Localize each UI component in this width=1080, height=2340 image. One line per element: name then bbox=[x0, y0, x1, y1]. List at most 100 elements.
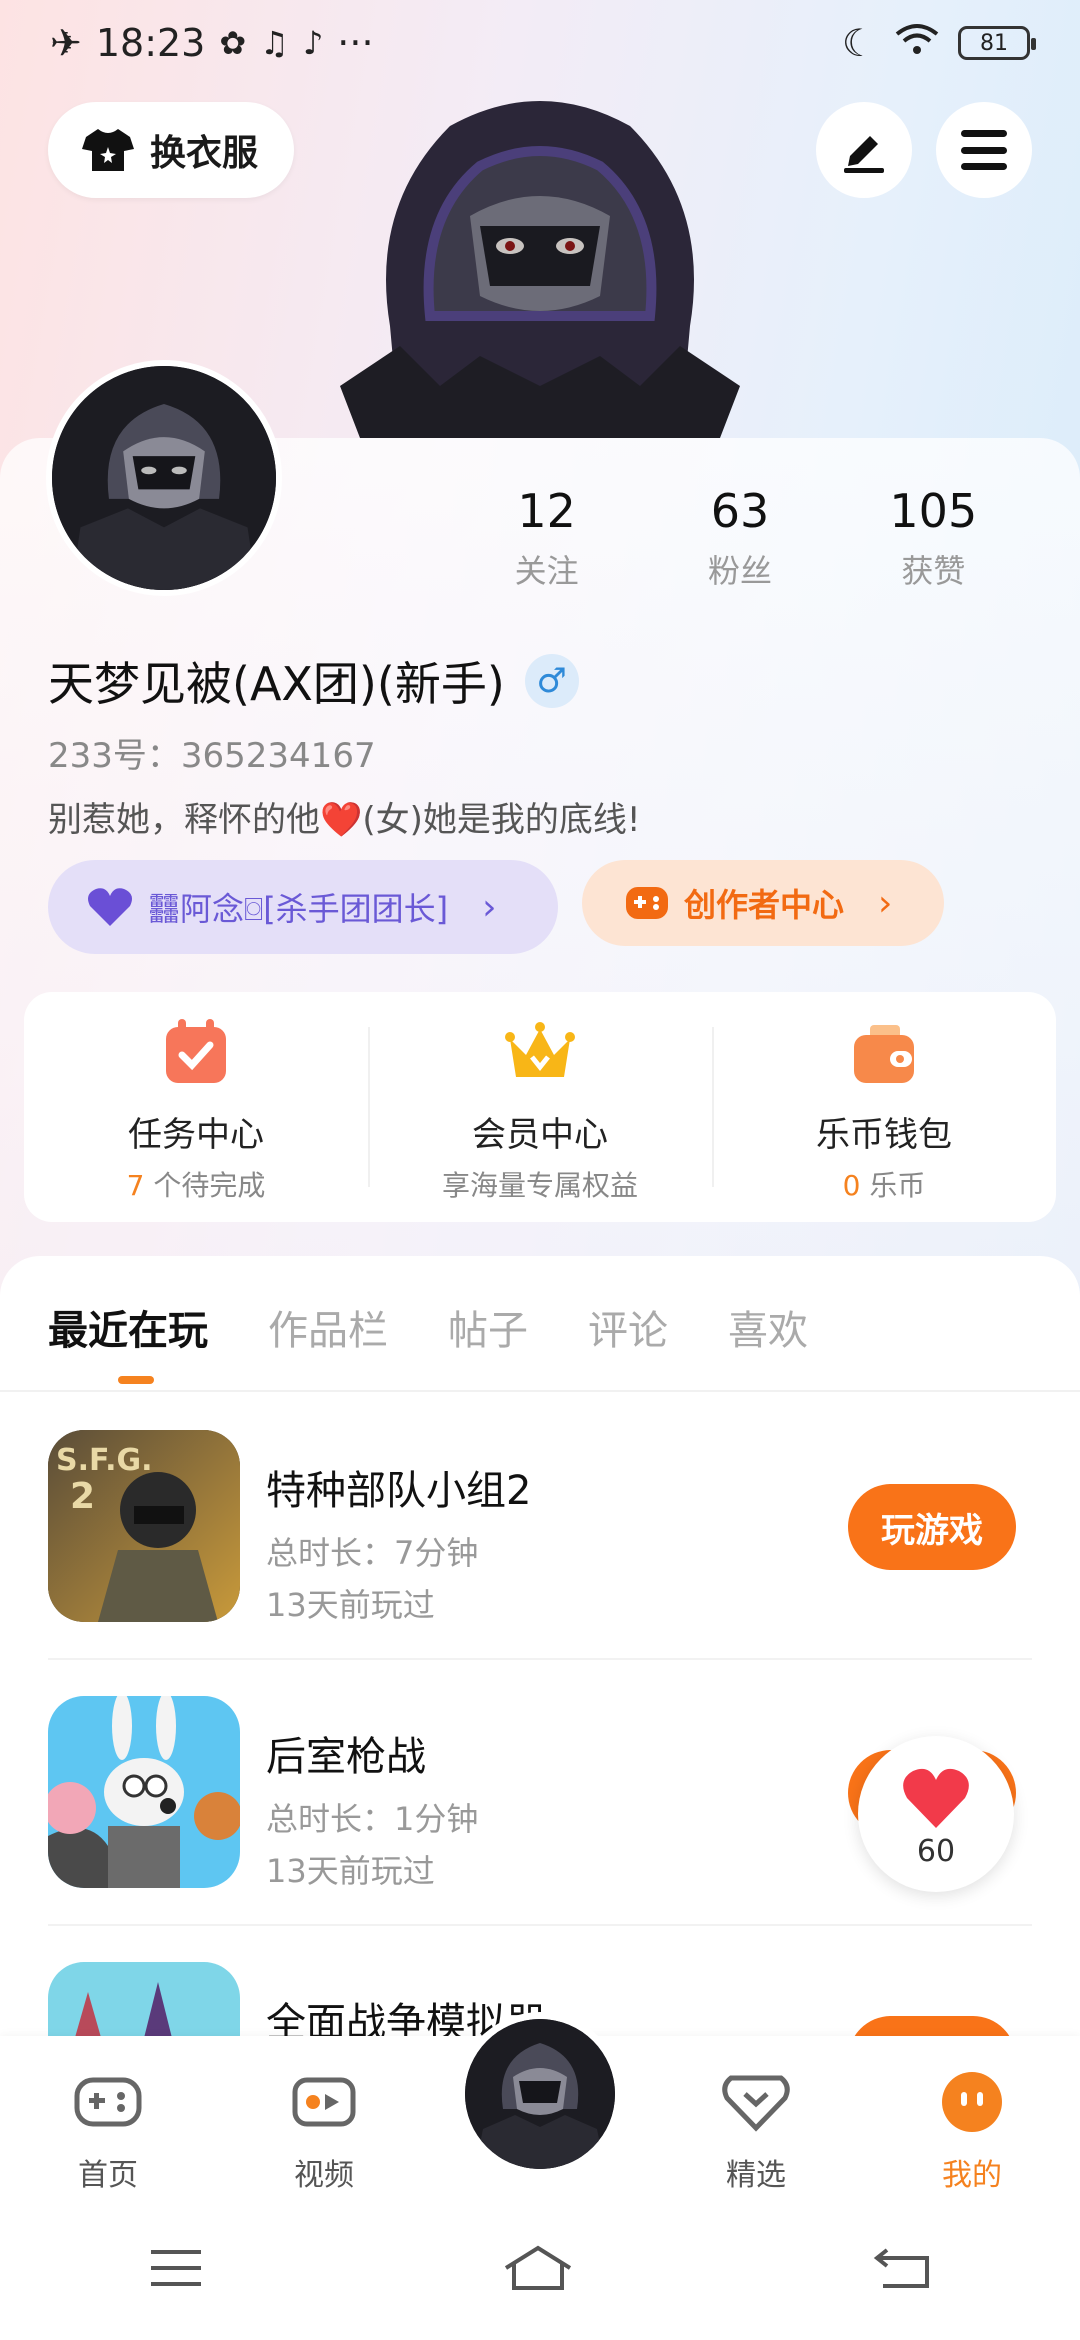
stat-likes[interactable]: 105 获赞 bbox=[837, 484, 1030, 592]
more-notifications-icon: ··· bbox=[337, 21, 374, 65]
wallet-icon bbox=[854, 1025, 914, 1083]
game-last-played: 13天前玩过 bbox=[266, 1852, 435, 1890]
like-count: 60 bbox=[916, 1834, 956, 1869]
member-center[interactable]: 会员中心 享海量专属权益 bbox=[368, 1017, 712, 1202]
heart-icon bbox=[903, 1768, 969, 1828]
svg-text:S.F.G.: S.F.G. bbox=[56, 1443, 153, 1478]
pen-icon bbox=[844, 136, 884, 173]
services-panel: 任务中心 7 个待完成 会员中心 享海量专属权益 乐币钱包 0 乐币 bbox=[24, 992, 1056, 1222]
list-item[interactable]: S.F.G. 2 特种部队小组2 总时长：7分钟 13天前玩过 玩游戏 bbox=[48, 1394, 1032, 1660]
recent-apps-icon[interactable] bbox=[149, 2248, 203, 2288]
task-center[interactable]: 任务中心 7 个待完成 bbox=[24, 1017, 368, 1202]
tab-likes[interactable]: 喜欢 bbox=[728, 1298, 808, 1390]
stat-followers[interactable]: 63 粉丝 bbox=[643, 484, 836, 592]
nickname: 天梦见被(AX团)(新手) bbox=[48, 657, 505, 711]
team-tag-label: 䨻阿念⌼[杀手团团长] bbox=[148, 890, 449, 928]
creator-center-label: 创作者中心 bbox=[684, 886, 845, 924]
change-outfit-button[interactable]: 换衣服 bbox=[48, 102, 294, 198]
nav-mine-label: 我的 bbox=[942, 2158, 1002, 2193]
music-app-icon: ♫ bbox=[260, 24, 289, 62]
video-icon bbox=[292, 2077, 356, 2127]
nav-video[interactable]: 视频 bbox=[216, 2036, 432, 2196]
wallet-subtitle: 0 乐币 bbox=[712, 1164, 1056, 1204]
tab-comments[interactable]: 评论 bbox=[588, 1298, 668, 1390]
center-avatar-image bbox=[465, 2019, 615, 2169]
heart-diamond-icon bbox=[722, 2075, 790, 2132]
chevron-right-icon: › bbox=[482, 886, 497, 928]
nav-video-label: 视频 bbox=[294, 2158, 354, 2193]
stat-label: 获赞 bbox=[901, 552, 966, 590]
member-center-title: 会员中心 bbox=[472, 1115, 608, 1155]
gamepad-icon bbox=[74, 2077, 142, 2127]
nav-featured[interactable]: 精选 bbox=[648, 2036, 864, 2196]
wifi-icon bbox=[894, 21, 940, 65]
gamepad-icon bbox=[626, 887, 668, 919]
nickname-row: 天梦见被(AX团)(新手) ♂ bbox=[48, 648, 579, 714]
nav-home[interactable]: 首页 bbox=[0, 2036, 216, 2196]
tshirt-icon bbox=[82, 129, 134, 171]
center-avatar-button[interactable] bbox=[458, 2012, 622, 2176]
svg-text:2: 2 bbox=[70, 1476, 95, 1517]
tab-recently-played[interactable]: 最近在玩 bbox=[48, 1298, 208, 1390]
game-name: 后室枪战 bbox=[266, 1734, 426, 1780]
bio: 别惹她，释怀的他❤️(女)她是我的底线! bbox=[48, 800, 641, 840]
coin-suffix: 乐币 bbox=[860, 1169, 926, 1202]
airplane-icon: ✈ bbox=[50, 21, 82, 65]
stat-label: 关注 bbox=[514, 552, 579, 590]
stat-following[interactable]: 12 关注 bbox=[450, 484, 643, 592]
purple-heart-icon bbox=[88, 888, 132, 926]
game-last-played: 13天前玩过 bbox=[266, 1586, 435, 1624]
task-suffix: 个待完成 bbox=[144, 1169, 266, 1202]
game-name: 特种部队小组2 bbox=[266, 1468, 532, 1514]
user-id: 233号：365234167 bbox=[48, 736, 376, 776]
nav-home-label: 首页 bbox=[78, 2158, 138, 2193]
creator-center-button[interactable]: 创作者中心 › bbox=[582, 860, 944, 946]
status-time: 18:23 bbox=[95, 21, 206, 65]
male-gender-icon: ♂ bbox=[524, 654, 579, 708]
edit-profile-button[interactable] bbox=[816, 102, 912, 198]
change-outfit-label: 换衣服 bbox=[150, 133, 259, 174]
like-float-button[interactable]: 60 bbox=[858, 1736, 1014, 1892]
task-calendar-icon bbox=[166, 1019, 226, 1083]
nav-mine[interactable]: 我的 bbox=[864, 2036, 1080, 2196]
app-notification-icon: ✿ bbox=[219, 24, 247, 62]
nav-featured-label: 精选 bbox=[726, 2158, 786, 2193]
do-not-disturb-icon: ☾ bbox=[841, 21, 876, 65]
content-section: 最近在玩 作品栏 帖子 评论 喜欢 S.F.G. 2 特种部队小组2 总时长：7… bbox=[0, 1256, 1080, 2154]
tiktok-icon: ♪ bbox=[302, 24, 324, 62]
game-duration: 总时长：7分钟 bbox=[266, 1534, 479, 1572]
game-icon-backrooms-shootout bbox=[48, 1696, 240, 1888]
team-tag-button[interactable]: 䨻阿念⌼[杀手团团长] › bbox=[48, 860, 558, 954]
member-center-subtitle: 享海量专属权益 bbox=[441, 1169, 638, 1202]
stat-value: 105 bbox=[889, 484, 978, 538]
status-bar: ✈ 18:23 ✿ ♫ ♪ ··· ☾ 81 bbox=[0, 0, 1080, 86]
home-icon[interactable] bbox=[502, 2244, 574, 2292]
menu-button[interactable] bbox=[936, 102, 1032, 198]
avatar[interactable] bbox=[46, 360, 282, 596]
system-nav-bar bbox=[0, 2196, 1080, 2340]
profile-tabs: 最近在玩 作品栏 帖子 评论 喜欢 bbox=[0, 1256, 1080, 1392]
game-duration: 总时长：1分钟 bbox=[266, 1800, 479, 1838]
wallet-title: 乐币钱包 bbox=[816, 1115, 952, 1155]
coin-count: 0 bbox=[842, 1169, 861, 1202]
game-icon-special-forces: S.F.G. 2 bbox=[48, 1430, 240, 1622]
battery-level: 81 bbox=[980, 30, 1008, 56]
profile-stats: 12 关注 63 粉丝 105 获赞 bbox=[490, 484, 1030, 592]
stat-value: 63 bbox=[710, 484, 770, 538]
wallet[interactable]: 乐币钱包 0 乐币 bbox=[712, 1017, 1056, 1202]
battery-icon: 81 bbox=[958, 26, 1036, 60]
stat-label: 粉丝 bbox=[707, 552, 772, 590]
play-game-button[interactable]: 玩游戏 bbox=[848, 1484, 1016, 1570]
task-center-subtitle: 7 个待完成 bbox=[24, 1164, 368, 1204]
profile-cover-character bbox=[340, 101, 740, 438]
mine-face-icon bbox=[942, 2072, 1002, 2132]
tab-posts[interactable]: 帖子 bbox=[448, 1298, 528, 1390]
task-count: 7 bbox=[126, 1169, 145, 1202]
tab-works[interactable]: 作品栏 bbox=[268, 1298, 388, 1390]
back-icon[interactable] bbox=[873, 2246, 931, 2290]
task-center-title: 任务中心 bbox=[128, 1115, 264, 1155]
crown-icon bbox=[505, 1022, 575, 1077]
hamburger-icon bbox=[961, 130, 1007, 170]
chevron-right-icon: › bbox=[878, 882, 893, 924]
stat-value: 12 bbox=[517, 484, 576, 538]
